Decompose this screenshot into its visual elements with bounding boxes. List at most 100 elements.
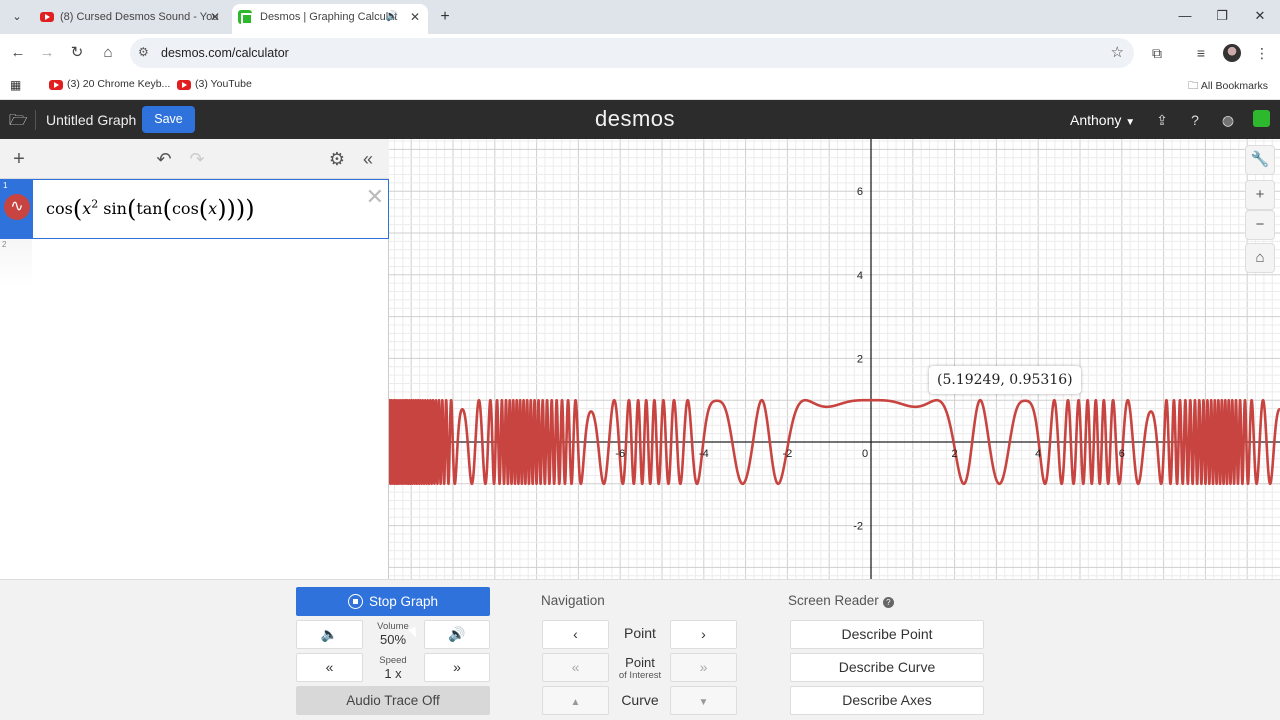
home-icon[interactable]: ⌂ [97, 42, 119, 64]
x-tick-label: -4 [699, 448, 709, 460]
speed-down-button[interactable]: « [296, 653, 363, 682]
graph-settings-wrench-icon[interactable]: 🔧 [1245, 145, 1275, 175]
delete-expression-icon[interactable]: ✕ [366, 184, 384, 210]
extension-icon[interactable] [1253, 110, 1270, 127]
redo-icon[interactable]: ↷ [186, 148, 208, 170]
expression-item[interactable]: 1 ∿ cos(x2 sin(tan(cos(x)))) ✕ [0, 179, 389, 239]
zoom-out-icon[interactable]: − [1245, 210, 1275, 240]
forward-icon[interactable]: → [36, 42, 58, 64]
bookmark-item[interactable]: (3) 20 Chrome Keyb... [49, 78, 170, 90]
default-view-home-icon[interactable]: ⌂ [1245, 243, 1275, 273]
address-bar[interactable]: ⚙ desmos.com/calculator ☆ [130, 38, 1134, 68]
double-chevron-left-icon: « [325, 659, 334, 675]
media-controls-icon[interactable]: ≡ [1190, 42, 1212, 64]
close-window-icon[interactable]: ✕ [1245, 4, 1275, 28]
desmos-icon [238, 10, 253, 25]
navigation-title: Navigation [541, 593, 605, 608]
stop-graph-label: Stop Graph [368, 594, 439, 609]
x-tick-label: 6 [1119, 448, 1125, 460]
bookmark-star-icon[interactable]: ☆ [1111, 43, 1124, 61]
next-point-button[interactable]: › [670, 620, 737, 649]
double-chevron-right-icon: » [453, 659, 461, 675]
profile-avatar[interactable] [1223, 44, 1241, 62]
describe-curve-button[interactable]: Describe Curve [790, 653, 984, 682]
describe-point-button[interactable]: Describe Point [790, 620, 984, 649]
previous-curve-button[interactable]: ▲ [542, 686, 609, 715]
expression-math[interactable]: cos(x2 sin(tan(cos(x)))) [46, 195, 255, 223]
reload-icon[interactable]: ↻ [66, 42, 88, 64]
empty-expression-item[interactable]: 2 [0, 239, 32, 287]
desmos-logo: desmos [595, 106, 676, 131]
y-tick-label: 6 [857, 186, 863, 198]
close-tab-icon[interactable]: ✕ [410, 4, 420, 30]
help-icon[interactable]: ? [1185, 110, 1205, 130]
all-bookmarks[interactable]: 🗀 All Bookmarks [1188, 78, 1268, 96]
extensions-icon[interactable]: ⧉ [1146, 42, 1168, 64]
youtube-icon [40, 12, 54, 22]
bookmark-item[interactable]: (3) YouTube [177, 78, 252, 90]
youtube-icon [177, 80, 191, 90]
tab-title: (8) Cursed Desmos Sound - You [60, 11, 219, 23]
all-bookmarks-label: All Bookmarks [1200, 80, 1268, 92]
collapse-panel-icon[interactable]: « [357, 148, 379, 170]
user-menu[interactable]: Anthony ▼ [1070, 112, 1135, 128]
language-globe-icon[interactable]: ◍ [1218, 110, 1238, 130]
share-icon[interactable]: ⇪ [1152, 110, 1172, 130]
new-tab-icon[interactable]: + [434, 6, 456, 28]
expression-toolbar: + ↶ ↷ ⚙ « [0, 139, 389, 179]
save-button[interactable]: Save [142, 106, 195, 133]
bookmarks-bar: ▦ (3) 20 Chrome Keyb... (3) YouTube 🗀 Al… [0, 72, 1280, 100]
x-tick-label: 0 [862, 448, 868, 460]
bookmark-label: (3) 20 Chrome Keyb... [67, 78, 171, 90]
next-curve-button[interactable]: ▼ [670, 686, 737, 715]
minimize-icon[interactable]: — [1170, 4, 1200, 28]
volume-up-button[interactable]: 🔊 [424, 620, 490, 649]
settings-gear-icon[interactable]: ⚙ [326, 148, 348, 170]
volume-down-button[interactable]: 🔈 [296, 620, 363, 649]
graph-canvas[interactable]: 6 4 2 -2 -6 -4 -2 0 2 4 6 [389, 139, 1280, 579]
user-name: Anthony [1070, 112, 1122, 128]
undo-icon[interactable]: ↶ [153, 148, 175, 170]
divider [35, 110, 36, 130]
site-info-icon[interactable]: ⚙ [138, 45, 149, 59]
open-graph-folder-icon[interactable]: 🗁 [9, 110, 28, 135]
desmos-header: 🗁 Untitled Graph Save desmos Anthony ▼ ⇪… [0, 100, 1280, 139]
previous-point-button[interactable]: ‹ [542, 620, 609, 649]
speed-up-button[interactable]: » [424, 653, 490, 682]
stop-graph-button[interactable]: Stop Graph [296, 587, 490, 616]
graph-paper[interactable]: 6 4 2 -2 -6 -4 -2 0 2 4 6 (5.19249, 0.95316) 🔧 + −… [389, 139, 1280, 579]
volume-low-icon: 🔈 [320, 626, 339, 642]
graph-title[interactable]: Untitled Graph [46, 112, 136, 128]
tab-audio-icon[interactable]: 🔊 [386, 4, 398, 30]
speed-label: Speed [379, 655, 407, 666]
next-poi-button[interactable]: » [670, 653, 737, 682]
audio-wave-icon[interactable]: ∿ [4, 194, 30, 220]
point-text: Point [624, 625, 656, 641]
restore-icon[interactable]: ❐ [1207, 4, 1237, 28]
triangle-up-icon: ▲ [570, 697, 581, 708]
folder-icon: 🗀 [1188, 80, 1199, 92]
point-of-interest-label: Point of Interest [612, 655, 668, 681]
close-tab-icon[interactable]: ✕ [210, 4, 220, 30]
add-item-icon[interactable]: + [8, 148, 30, 170]
zoom-in-icon[interactable]: + [1245, 180, 1275, 210]
point-label: Point [612, 626, 668, 641]
y-tick-label: 4 [857, 270, 863, 282]
browser-toolbar: ← → ↻ ⌂ ⚙ desmos.com/calculator ☆ ⧉ ≡ ⋮ [0, 34, 1280, 72]
speed-readout: Speed 1 x [368, 655, 418, 681]
expression-number: 2 [2, 240, 7, 249]
tab-youtube[interactable]: (8) Cursed Desmos Sound - You ✕ [32, 4, 228, 34]
menu-icon[interactable]: ⋮ [1251, 42, 1273, 64]
apps-grid-icon[interactable]: ▦ [10, 78, 21, 92]
curve-label: Curve [612, 693, 668, 708]
audio-trace-toggle[interactable]: Audio Trace Off [296, 686, 490, 715]
expression-index[interactable]: 1 ∿ [1, 180, 33, 238]
expression-number: 1 [3, 181, 8, 190]
tab-search-chevron-icon[interactable]: ⌄ [6, 6, 28, 28]
tab-desmos[interactable]: Desmos | Graphing Calculat 🔊 ✕ [232, 4, 428, 34]
help-icon[interactable]: ? [882, 597, 894, 608]
screen-reader-text: Screen Reader [788, 593, 879, 608]
previous-poi-button[interactable]: « [542, 653, 609, 682]
back-icon[interactable]: ← [7, 42, 29, 64]
describe-axes-button[interactable]: Describe Axes [790, 686, 984, 715]
